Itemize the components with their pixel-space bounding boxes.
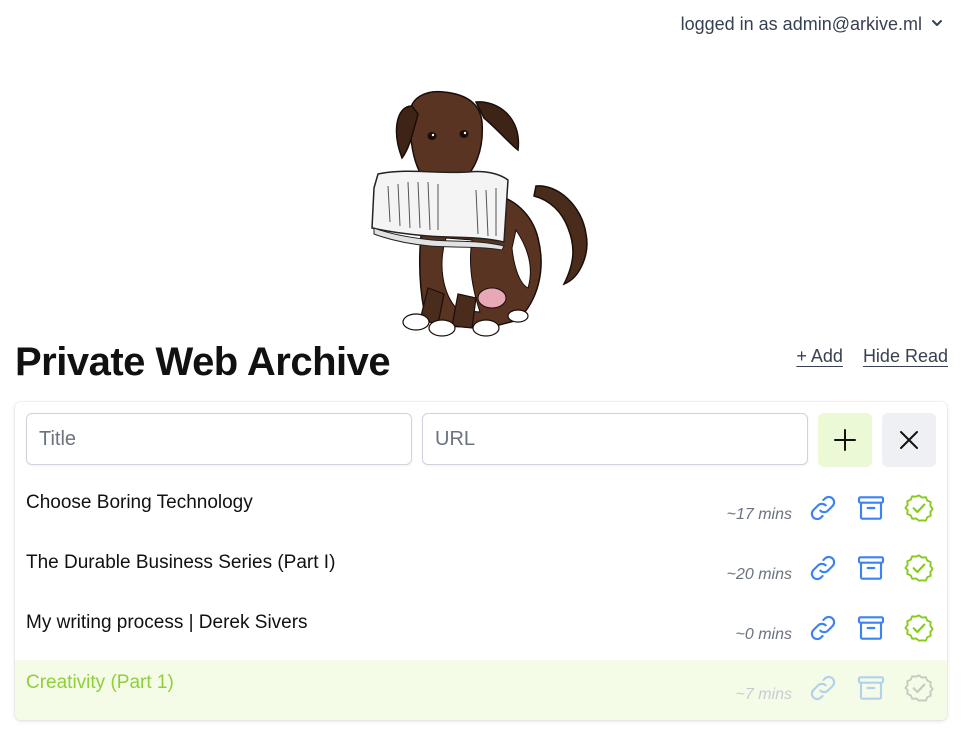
- article-row: Choose Boring Technology ~17 mins: [15, 480, 947, 540]
- article-title[interactable]: Creativity (Part 1): [26, 672, 174, 694]
- article-title[interactable]: Choose Boring Technology: [26, 492, 253, 514]
- archive-card: Choose Boring Technology ~17 mins The Du…: [15, 402, 947, 720]
- title-input[interactable]: [26, 413, 412, 465]
- article-read-time: ~0 mins: [735, 626, 792, 643]
- close-icon: [900, 431, 918, 449]
- article-row: My writing process | Derek Sivers ~0 min…: [15, 600, 947, 660]
- archive-icon[interactable]: [855, 552, 887, 584]
- page-title: Private Web Archive: [15, 340, 391, 384]
- article-read-time: ~17 mins: [726, 506, 792, 523]
- user-label: logged in as admin@arkive.ml: [680, 14, 922, 34]
- mark-read-icon[interactable]: [903, 612, 935, 644]
- add-article-form: [26, 413, 936, 467]
- add-link[interactable]: + Add: [796, 346, 843, 367]
- submit-add-button[interactable]: [818, 413, 872, 467]
- url-input[interactable]: [422, 413, 808, 465]
- archive-icon[interactable]: [855, 672, 887, 704]
- header-actions: + Add Hide Read: [796, 346, 948, 367]
- article-row-read: Creativity (Part 1) ~7 mins: [15, 660, 947, 720]
- mark-read-icon[interactable]: [903, 552, 935, 584]
- archive-icon[interactable]: [855, 492, 887, 524]
- dog-logo: [368, 88, 594, 344]
- article-read-time: ~20 mins: [726, 566, 792, 583]
- article-title[interactable]: The Durable Business Series (Part I): [26, 552, 335, 574]
- hide-read-link[interactable]: Hide Read: [863, 346, 948, 367]
- mark-read-icon[interactable]: [903, 492, 935, 524]
- link-icon[interactable]: [807, 612, 839, 644]
- link-icon[interactable]: [807, 552, 839, 584]
- link-icon[interactable]: [807, 672, 839, 704]
- article-read-time: ~7 mins: [735, 686, 792, 703]
- mark-unread-icon[interactable]: [903, 672, 935, 704]
- archive-icon[interactable]: [855, 612, 887, 644]
- user-menu[interactable]: logged in as admin@arkive.ml: [681, 14, 944, 35]
- link-icon[interactable]: [807, 492, 839, 524]
- article-row: The Durable Business Series (Part I) ~20…: [15, 540, 947, 600]
- article-title[interactable]: My writing process | Derek Sivers: [26, 612, 308, 634]
- close-form-button[interactable]: [882, 413, 936, 467]
- plus-icon: [834, 429, 856, 451]
- chevron-down-icon: [930, 14, 944, 35]
